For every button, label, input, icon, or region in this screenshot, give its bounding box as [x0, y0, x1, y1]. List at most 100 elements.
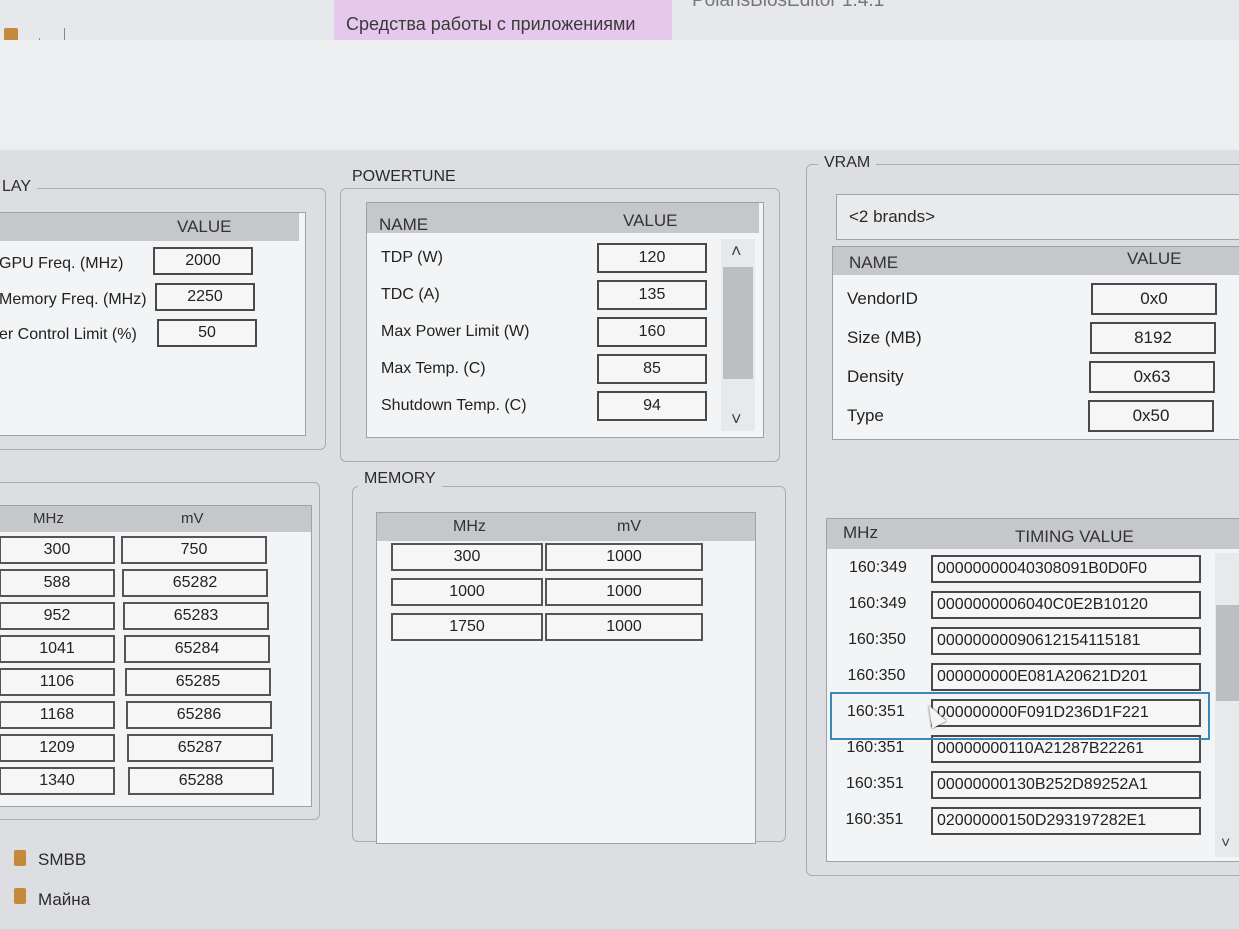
timings-header-mhz: MHz: [843, 523, 878, 542]
timings-row-mhz: 160:351: [846, 775, 904, 792]
timings-row-value[interactable]: 000000000E081A20621D201: [931, 663, 1201, 691]
gpu-row-mhz[interactable]: 1168: [0, 701, 115, 729]
powertune-table-header: NAME VALUE: [367, 203, 759, 234]
overclock-group-title: LAY: [0, 178, 38, 196]
gpu-row-mhz[interactable]: 1340: [0, 767, 115, 795]
vram-row-value[interactable]: 0x0: [1091, 283, 1217, 315]
timings-scroll-thumb[interactable]: [1216, 605, 1239, 701]
memory-row-mv[interactable]: 1000: [545, 613, 703, 641]
timings-row-mhz: 160:350: [847, 667, 906, 684]
gpu-row-mv[interactable]: 750: [121, 536, 267, 564]
timings-row-mhz: 160:349: [848, 595, 907, 612]
folder-icon: [14, 888, 26, 904]
gpu-row-mhz[interactable]: 1106: [0, 668, 115, 696]
powertune-row-name: Shutdown Temp. (C): [381, 397, 527, 414]
timings-row-mhz: 160:350: [848, 631, 906, 648]
vram-row-name: Size (MB): [847, 328, 922, 347]
timings-row-value[interactable]: 00000000090612154115181: [931, 627, 1201, 655]
folder-icon: [14, 850, 26, 866]
timings-selected-row[interactable]: [830, 692, 1210, 740]
tab-app-tools-label: Средства работы с приложениями: [346, 14, 636, 34]
gpu-row-mv[interactable]: 65282: [122, 569, 268, 597]
memory-table-header: MHz mV: [377, 513, 755, 541]
gpu-header-mv: mV: [181, 510, 204, 527]
gpu-row-mhz[interactable]: 1209: [0, 734, 115, 762]
vram-row-name: Density: [847, 367, 904, 386]
powertune-group-title: POWERTUNE: [346, 168, 462, 186]
overclock-table: VALUE GPU Freq. (MHz) 2000 Memory Freq. …: [0, 212, 306, 436]
memory-header-mv: mV: [617, 518, 641, 535]
overclock-row-value[interactable]: 2000: [153, 247, 253, 275]
timings-row-value[interactable]: 00000000040308091B0D0F0: [931, 555, 1201, 583]
powertune-row-value[interactable]: 135: [597, 280, 707, 310]
timings-row-value[interactable]: 00000000130B252D89252A1: [931, 771, 1201, 799]
vram-brands-select[interactable]: <2 brands>: [836, 194, 1239, 240]
vram-brands-value: <2 brands>: [849, 207, 936, 226]
explorer-item[interactable]: Майна: [38, 890, 90, 910]
timings-row-mhz: 160:351: [846, 739, 905, 756]
overclock-table-header: VALUE: [0, 213, 299, 241]
overclock-header-value: VALUE: [177, 217, 232, 236]
vram-row-name: VendorID: [847, 289, 918, 308]
timings-scrollbar[interactable]: ˅: [1215, 553, 1239, 857]
gpu-row-mhz[interactable]: 300: [0, 536, 115, 564]
powertune-scrollbar[interactable]: ˄ ˅: [721, 239, 755, 431]
gpu-row-mv[interactable]: 65284: [124, 635, 270, 663]
timings-row-value[interactable]: 02000000150D293197282E1: [931, 807, 1201, 835]
gpu-row-mhz[interactable]: 588: [0, 569, 115, 597]
powertune-header-name: NAME: [379, 215, 429, 234]
vram-row-name: Type: [847, 406, 884, 425]
memory-row-mhz[interactable]: 1000: [391, 578, 543, 606]
memory-group-title: MEMORY: [358, 470, 442, 488]
timings-row-value[interactable]: 0000000006040C0E2B10120: [931, 591, 1201, 619]
timings-table: MHz TIMING VALUE 160:349 0000000004030809…: [826, 518, 1239, 862]
vram-row-value[interactable]: 0x63: [1089, 361, 1215, 393]
gpu-row-mv[interactable]: 65285: [125, 668, 271, 696]
gpu-row-mv[interactable]: 65288: [128, 767, 274, 795]
memory-table: MHz mV 300 1000 1000 1000 1750 1000: [376, 512, 756, 844]
overclock-row-name: Memory Freq. (MHz): [0, 291, 147, 308]
vram-group-title: VRAM: [818, 154, 877, 172]
overclock-row-name: GPU Freq. (MHz): [0, 255, 124, 272]
powertune-scroll-thumb[interactable]: [723, 267, 753, 379]
timings-row-mhz: 160:349: [849, 559, 907, 576]
powertune-row-value[interactable]: 94: [597, 391, 707, 421]
timings-header-value: TIMING VALUE: [1015, 527, 1134, 546]
scroll-down-icon[interactable]: ˅: [731, 409, 742, 430]
scroll-down-icon[interactable]: ˅: [1221, 835, 1230, 853]
gpu-table: MHz mV 300 750 588 65282 952 65283 1041 65284 11…: [0, 505, 312, 807]
gpu-header-mhz: MHz: [33, 510, 64, 527]
powertune-row-value[interactable]: 85: [597, 354, 707, 384]
powertune-header-value: VALUE: [623, 211, 678, 230]
powertune-row-name: Max Temp. (C): [381, 360, 486, 377]
memory-row-mhz[interactable]: 300: [391, 543, 543, 571]
powertune-row-name: TDC (A): [381, 286, 440, 303]
powertune-row-name: TDP (W): [381, 249, 443, 266]
timings-row-mhz: 160:351: [845, 811, 904, 828]
powertune-table: NAME VALUE TDP (W) 120 TDC (A) 135 Max Power…: [366, 202, 764, 438]
vram-table: NAME VALUE VendorID 0x0 Size (MB) 8192 Densi…: [832, 246, 1239, 440]
memory-row-mv[interactable]: 1000: [545, 543, 703, 571]
memory-row-mhz[interactable]: 1750: [391, 613, 543, 641]
powertune-row-value[interactable]: 120: [597, 243, 707, 273]
gpu-table-header: MHz mV: [0, 506, 311, 532]
window-title: PolarisBiosEditor 1.4.1: [692, 0, 885, 11]
vram-row-value[interactable]: 8192: [1090, 322, 1216, 354]
scroll-up-icon[interactable]: ˄: [731, 241, 742, 262]
vram-header-value: VALUE: [1127, 249, 1182, 268]
powertune-row-name: Max Power Limit (W): [381, 323, 530, 340]
gpu-row-mv[interactable]: 65286: [126, 701, 272, 729]
vram-row-value[interactable]: 0x50: [1088, 400, 1214, 432]
gpu-row-mv[interactable]: 65287: [127, 734, 273, 762]
memory-row-mv[interactable]: 1000: [545, 578, 703, 606]
gpu-row-mhz[interactable]: 952: [0, 602, 115, 630]
ribbon: [0, 40, 1239, 150]
explorer-item[interactable]: SMBB: [38, 850, 86, 870]
overclock-row-value[interactable]: 50: [157, 319, 257, 347]
gpu-row-mhz[interactable]: 1041: [0, 635, 115, 663]
timings-table-header: MHz TIMING VALUE: [827, 519, 1239, 549]
powertune-row-value[interactable]: 160: [597, 317, 707, 347]
gpu-row-mv[interactable]: 65283: [123, 602, 269, 630]
overclock-row-value[interactable]: 2250: [155, 283, 255, 311]
memory-header-mhz: MHz: [453, 518, 486, 535]
